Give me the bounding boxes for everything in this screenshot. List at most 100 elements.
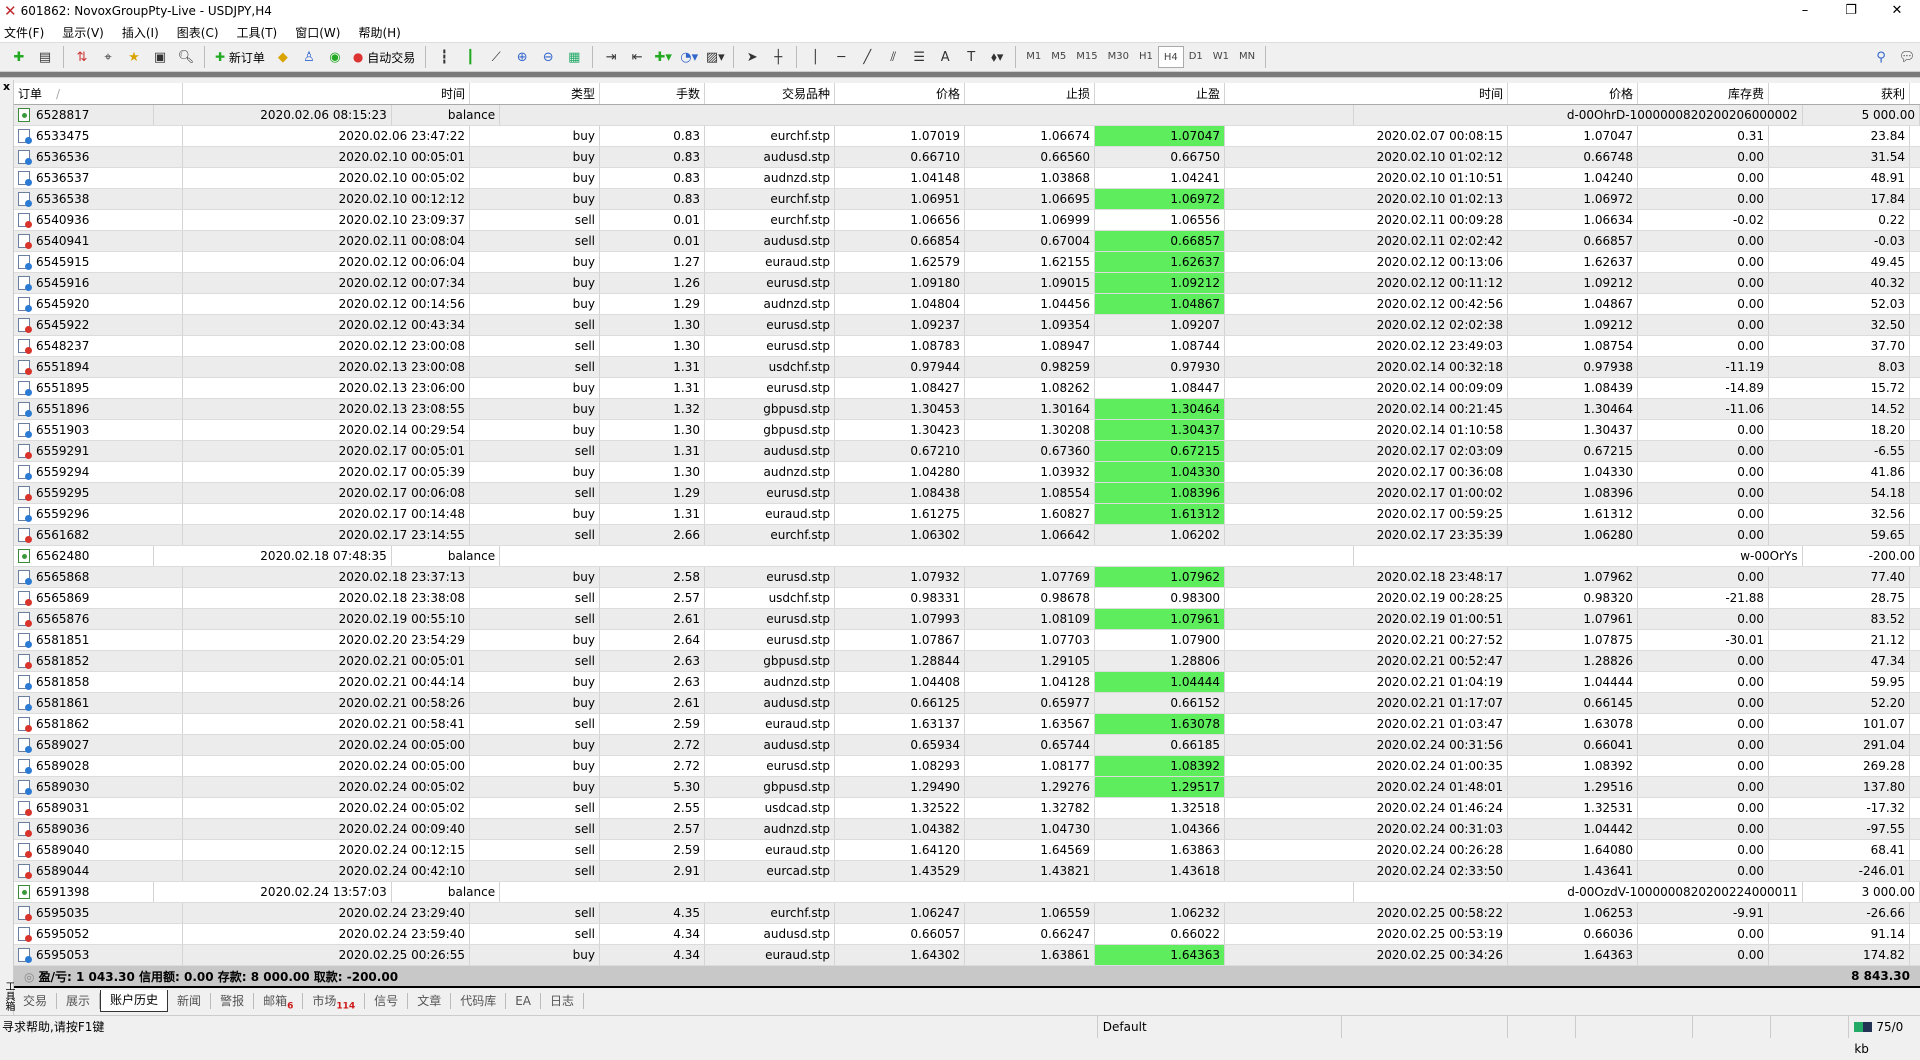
new-chart-icon[interactable]: ✚ bbox=[8, 46, 30, 68]
horizontal-line-icon[interactable]: ─ bbox=[830, 46, 852, 68]
table-row[interactable]: 6589044 2020.02.24 00:42:10 sell 2.91 eurcad… bbox=[14, 861, 1920, 882]
trendline-icon[interactable]: ╱ bbox=[856, 46, 878, 68]
tile-windows-icon[interactable]: ▦ bbox=[563, 46, 585, 68]
tab-6[interactable]: 市场114 bbox=[303, 993, 366, 1011]
toolbox-splitter[interactable] bbox=[0, 72, 1920, 78]
tab-11[interactable]: 日志 bbox=[541, 993, 585, 1009]
search-icon[interactable]: ⚲ bbox=[1870, 46, 1892, 68]
chart-shift-icon[interactable]: ⇥ bbox=[600, 46, 622, 68]
table-row[interactable]: 6548237 2020.02.12 23:00:08 sell 1.30 eurusd… bbox=[14, 336, 1920, 357]
column-header[interactable]: 价格 bbox=[835, 83, 965, 104]
table-row[interactable]: 6565868 2020.02.18 23:37:13 buy 2.58 eurusd.… bbox=[14, 567, 1920, 588]
table-row[interactable]: 6589027 2020.02.24 00:05:00 buy 2.72 audusd.… bbox=[14, 735, 1920, 756]
menu-item[interactable]: 图表(C) bbox=[177, 24, 219, 41]
vps-icon[interactable]: ◉ bbox=[324, 46, 346, 68]
templates-icon[interactable]: ▨▾ bbox=[704, 46, 726, 68]
timeframe-h1-button[interactable]: H1 bbox=[1134, 46, 1158, 68]
column-header[interactable]: 交易品种 bbox=[705, 83, 835, 104]
table-row[interactable]: 6536536 2020.02.10 00:05:01 buy 0.83 audusd.… bbox=[14, 147, 1920, 168]
menu-item[interactable]: 窗口(W) bbox=[295, 24, 340, 41]
tab-5[interactable]: 邮箱6 bbox=[254, 993, 304, 1011]
table-row[interactable]: 6540936 2020.02.10 23:09:37 sell 0.01 eurchf… bbox=[14, 210, 1920, 231]
chat-icon[interactable]: 💬︎ bbox=[1896, 46, 1918, 68]
table-row[interactable]: 6561682 2020.02.17 23:14:55 sell 2.66 eurchf… bbox=[14, 525, 1920, 546]
table-row[interactable]: 6595035 2020.02.24 23:29:40 sell 4.35 eurchf… bbox=[14, 903, 1920, 924]
navigator-icon[interactable]: ★ bbox=[123, 46, 145, 68]
indicators-icon[interactable]: ✚▾ bbox=[652, 46, 674, 68]
menu-item[interactable]: 帮助(H) bbox=[358, 24, 400, 41]
arrows-icon[interactable]: ⬧▾ bbox=[986, 46, 1008, 68]
table-row[interactable]: 6589040 2020.02.24 00:12:15 sell 2.59 euraud… bbox=[14, 840, 1920, 861]
table-row[interactable]: 6581862 2020.02.21 00:58:41 sell 2.59 euraud… bbox=[14, 714, 1920, 735]
timeframe-w1-button[interactable]: W1 bbox=[1208, 46, 1234, 68]
timeframe-m5-button[interactable]: M5 bbox=[1046, 46, 1071, 68]
timeframe-h4-button[interactable]: H4 bbox=[1157, 46, 1184, 68]
table-row[interactable]: 6540941 2020.02.11 00:08:04 sell 0.01 audusd… bbox=[14, 231, 1920, 252]
table-row[interactable]: 6551903 2020.02.14 00:29:54 buy 1.30 gbpusd.… bbox=[14, 420, 1920, 441]
crosshair-icon[interactable]: ┼ bbox=[767, 46, 789, 68]
table-row[interactable]: 6581858 2020.02.21 00:44:14 buy 2.63 audnzd.… bbox=[14, 672, 1920, 693]
text-label-icon[interactable]: T bbox=[960, 46, 982, 68]
timeframe-mn-button[interactable]: MN bbox=[1234, 46, 1260, 68]
cursor-icon[interactable]: ➤ bbox=[741, 46, 763, 68]
table-row[interactable]: 6551895 2020.02.13 23:06:00 buy 1.31 eurusd.… bbox=[14, 378, 1920, 399]
minimize-button[interactable]: – bbox=[1782, 0, 1828, 22]
table-row[interactable]: 6581852 2020.02.21 00:05:01 sell 2.63 gbpusd… bbox=[14, 651, 1920, 672]
bar-chart-icon[interactable]: ┇ bbox=[433, 46, 455, 68]
equidistant-channel-icon[interactable]: ⫽ bbox=[882, 46, 904, 68]
zoom-in-icon[interactable]: ⊕ bbox=[511, 46, 533, 68]
table-row[interactable]: 6565869 2020.02.18 23:38:08 sell 2.57 usdchf… bbox=[14, 588, 1920, 609]
table-row[interactable]: 6545920 2020.02.12 00:14:56 buy 1.29 audnzd.… bbox=[14, 294, 1920, 315]
table-row[interactable]: 6533475 2020.02.06 23:47:22 buy 0.83 eurchf.… bbox=[14, 126, 1920, 147]
line-chart-icon[interactable]: ⟋ bbox=[485, 46, 507, 68]
column-header[interactable]: 库存费 bbox=[1638, 83, 1769, 104]
auto-trading-button[interactable]: ● 自动交易 bbox=[350, 46, 418, 68]
market-watch-icon[interactable]: ⇅ bbox=[71, 46, 93, 68]
table-row[interactable]: 6595052 2020.02.24 23:59:40 sell 4.34 audusd… bbox=[14, 924, 1920, 945]
table-row[interactable]: 6562480 2020.02.18 07:48:35 balance w-00OrY… bbox=[14, 546, 1920, 567]
tab-3[interactable]: 新闻 bbox=[168, 993, 212, 1009]
vertical-line-icon[interactable]: │ bbox=[804, 46, 826, 68]
maximize-button[interactable]: ❐ bbox=[1828, 0, 1874, 22]
table-row[interactable]: 6589036 2020.02.24 00:09:40 sell 2.57 audnzd… bbox=[14, 819, 1920, 840]
tab-4[interactable]: 警报 bbox=[211, 993, 255, 1009]
tab-2[interactable]: 账户历史 bbox=[100, 990, 169, 1012]
menu-item[interactable]: 工具(T) bbox=[237, 24, 278, 41]
tab-1[interactable]: 展示 bbox=[57, 993, 101, 1009]
table-row[interactable]: 6559294 2020.02.17 00:05:39 buy 1.30 audnzd.… bbox=[14, 462, 1920, 483]
table-row[interactable]: 6565876 2020.02.19 00:55:10 sell 2.61 eurusd… bbox=[14, 609, 1920, 630]
timeframe-m15-button[interactable]: M15 bbox=[1071, 46, 1102, 68]
profiles-icon[interactable]: ▤ bbox=[34, 46, 56, 68]
table-row[interactable]: 6528817 2020.02.06 08:15:23 balance d-00Ohr… bbox=[14, 105, 1920, 126]
column-header[interactable]: 手数 bbox=[600, 83, 705, 104]
table-row[interactable]: 6536537 2020.02.10 00:05:02 buy 0.83 audnzd.… bbox=[14, 168, 1920, 189]
data-window-icon[interactable]: ⌖ bbox=[97, 46, 119, 68]
column-header[interactable]: 时间 bbox=[183, 83, 470, 104]
column-header[interactable]: 获利 bbox=[1769, 83, 1910, 104]
table-row[interactable]: 6589030 2020.02.24 00:05:02 buy 5.30 gbpusd.… bbox=[14, 777, 1920, 798]
table-row[interactable]: 6595053 2020.02.25 00:26:55 buy 4.34 euraud.… bbox=[14, 945, 1920, 966]
column-header[interactable]: 止损 bbox=[965, 83, 1095, 104]
tab-0[interactable]: 交易 bbox=[14, 993, 58, 1009]
terminal-icon[interactable]: ▣ bbox=[149, 46, 171, 68]
text-icon[interactable]: A bbox=[934, 46, 956, 68]
table-row[interactable]: 6559291 2020.02.17 00:05:01 sell 1.31 audusd… bbox=[14, 441, 1920, 462]
tab-9[interactable]: 代码库 bbox=[451, 993, 507, 1009]
column-header[interactable]: 价格 bbox=[1508, 83, 1638, 104]
table-row[interactable]: 6581851 2020.02.20 23:54:29 buy 2.64 eurusd.… bbox=[14, 630, 1920, 651]
column-header[interactable]: 类型 bbox=[470, 83, 600, 104]
table-row[interactable]: 6545915 2020.02.12 00:06:04 buy 1.27 euraud.… bbox=[14, 252, 1920, 273]
column-header[interactable]: 时间 bbox=[1225, 83, 1508, 104]
table-row[interactable]: 6589031 2020.02.24 00:05:02 sell 2.55 usdcad… bbox=[14, 798, 1920, 819]
table-row[interactable]: 6591398 2020.02.24 13:57:03 balance d-00Ozd… bbox=[14, 882, 1920, 903]
table-row[interactable]: 6536538 2020.02.10 00:12:12 buy 0.83 eurchf.… bbox=[14, 189, 1920, 210]
table-row[interactable]: 6559295 2020.02.17 00:06:08 sell 1.29 eurusd… bbox=[14, 483, 1920, 504]
table-row[interactable]: 6589028 2020.02.24 00:05:00 buy 2.72 eurusd.… bbox=[14, 756, 1920, 777]
tab-7[interactable]: 信号 bbox=[365, 993, 409, 1009]
column-header[interactable]: 订单 / bbox=[14, 83, 183, 104]
timeframe-d1-button[interactable]: D1 bbox=[1184, 46, 1208, 68]
new-order-button[interactable]: ✚ 新订单 bbox=[212, 46, 268, 68]
close-button[interactable]: ✕ bbox=[1874, 0, 1920, 22]
strategy-tester-icon[interactable]: 🔍︎ bbox=[175, 46, 197, 68]
close-toolbox-button[interactable]: x bbox=[0, 80, 13, 93]
